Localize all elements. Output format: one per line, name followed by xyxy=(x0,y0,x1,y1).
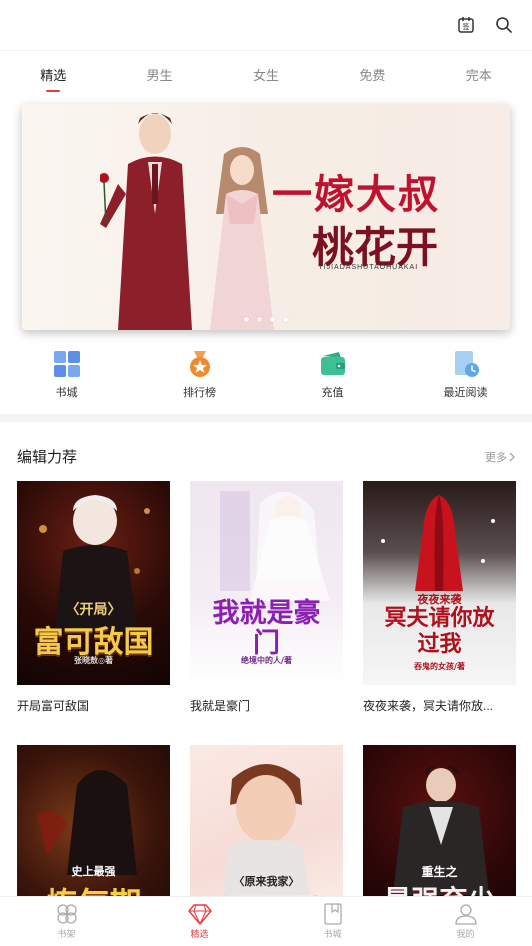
nav-bookshelf[interactable]: 书架 xyxy=(37,903,97,940)
book-card[interactable]: 夜夜来袭 冥夫请你放过我 吞鬼的女孩/著 夜夜来袭，冥夫请你放... xyxy=(363,481,516,727)
quick-ranking-label: 排行榜 xyxy=(183,387,216,399)
tab-completed[interactable]: 完本 xyxy=(462,57,496,92)
quick-bookstore-label: 书城 xyxy=(55,387,78,399)
banner-title-line1: 一嫁大叔 xyxy=(272,171,440,218)
nav-featured-label: 精选 xyxy=(190,929,209,939)
quick-ranking[interactable]: 排行榜 xyxy=(160,350,240,400)
cover-subtitle: 重生之 xyxy=(421,865,458,879)
chevron-right-icon xyxy=(509,452,515,461)
nav-bookstore-label: 书城 xyxy=(323,929,342,939)
nav-profile[interactable]: 我的 xyxy=(436,903,496,940)
carousel-dot[interactable] xyxy=(283,317,288,322)
cover-author: 吞鬼的女孩/著 xyxy=(414,661,465,671)
book-card[interactable]: 我就是豪门 绝境中的人/著 我就是豪门 xyxy=(190,481,343,727)
search-icon[interactable] xyxy=(494,15,514,35)
quick-bookstore[interactable]: 书城 xyxy=(27,350,107,400)
app-screen: 签 精选 男生 女生 免费 完本 一嫁大叔 桃花开 YIJIADASHUTAOH… xyxy=(0,0,532,946)
nav-bookstore[interactable]: 书城 xyxy=(303,903,363,940)
carousel-dot[interactable] xyxy=(270,317,275,322)
carousel-dot[interactable] xyxy=(257,317,262,322)
quick-recharge[interactable]: 充值 xyxy=(293,350,373,400)
nav-bookshelf-label: 书架 xyxy=(57,929,76,939)
bookstore-icon xyxy=(323,903,342,925)
bottom-nav: 书架 精选 书城 我的 xyxy=(0,896,532,946)
banner-pinyin: YIJIADASHUTAOHUAKAI xyxy=(318,264,419,271)
book-cover[interactable]: 我就是豪门 绝境中的人/著 xyxy=(190,481,343,685)
banner-man-illustration xyxy=(100,113,192,330)
editor-picks-header: 编辑力荐 更多 xyxy=(0,422,532,481)
banner-carousel[interactable]: 一嫁大叔 桃花开 YIJIADASHUTAOHUAKAI xyxy=(22,104,510,330)
tab-featured[interactable]: 精选 xyxy=(36,57,70,92)
quick-recent[interactable]: 最近阅读 xyxy=(426,350,506,400)
category-tabs: 精选 男生 女生 免费 完本 xyxy=(0,50,532,98)
book-grid: 〈开局〉 富可敌国 张晓敖◎著 开局富可敌国 我就是豪门 绝境中的人/著 我就是… xyxy=(0,481,532,946)
quick-recent-label: 最近阅读 xyxy=(443,387,488,399)
diamond-icon xyxy=(187,904,212,925)
tab-free[interactable]: 免费 xyxy=(355,57,389,92)
book-name[interactable]: 我就是豪门 xyxy=(190,697,343,727)
cover-author: 张晓敖◎著 xyxy=(74,655,113,665)
svg-text:签: 签 xyxy=(463,22,470,31)
tab-female[interactable]: 女生 xyxy=(249,57,283,92)
nav-featured[interactable]: 精选 xyxy=(170,903,230,940)
nav-profile-label: 我的 xyxy=(456,929,475,939)
section-title: 编辑力荐 xyxy=(17,449,78,466)
checkin-icon[interactable]: 签 xyxy=(456,15,476,35)
cover-title: 我就是豪门 xyxy=(212,598,321,659)
section-separator xyxy=(0,414,532,422)
book-cover[interactable]: 夜夜来袭 冥夫请你放过我 吞鬼的女孩/著 xyxy=(363,481,516,685)
cover-author: 绝境中的人/著 xyxy=(241,655,292,665)
quick-entries: 书城 排行榜 充值 最近阅读 xyxy=(0,330,532,414)
tab-male[interactable]: 男生 xyxy=(143,57,177,92)
cover-title: 冥夫请你放过我 xyxy=(384,605,495,657)
quick-recharge-label: 充值 xyxy=(321,387,344,399)
top-bar: 签 xyxy=(0,0,532,50)
profile-icon xyxy=(454,904,477,925)
bookshelf-icon xyxy=(56,904,77,924)
cover-subtitle: 史上最强 xyxy=(71,865,116,878)
more-link[interactable]: 更多 xyxy=(485,449,516,465)
book-name[interactable]: 开局富可敌国 xyxy=(17,697,170,727)
carousel-dots xyxy=(22,317,510,322)
cover-subtitle: 〈开局〉 xyxy=(65,602,122,618)
more-label: 更多 xyxy=(485,451,507,464)
wallet-icon xyxy=(319,350,347,378)
book-name[interactable]: 夜夜来袭，冥夫请你放... xyxy=(363,697,516,727)
ranking-medal-icon xyxy=(186,350,214,378)
book-cover[interactable]: 〈开局〉 富可敌国 张晓敖◎著 xyxy=(17,481,170,685)
book-card[interactable]: 〈开局〉 富可敌国 张晓敖◎著 开局富可敌国 xyxy=(17,481,170,727)
banner-wrap: 一嫁大叔 桃花开 YIJIADASHUTAOHUAKAI xyxy=(0,98,532,330)
recent-reading-icon xyxy=(452,350,480,378)
banner-woman-illustration xyxy=(210,147,274,330)
bookstore-grid-icon xyxy=(53,350,81,378)
carousel-dot[interactable] xyxy=(244,317,249,322)
